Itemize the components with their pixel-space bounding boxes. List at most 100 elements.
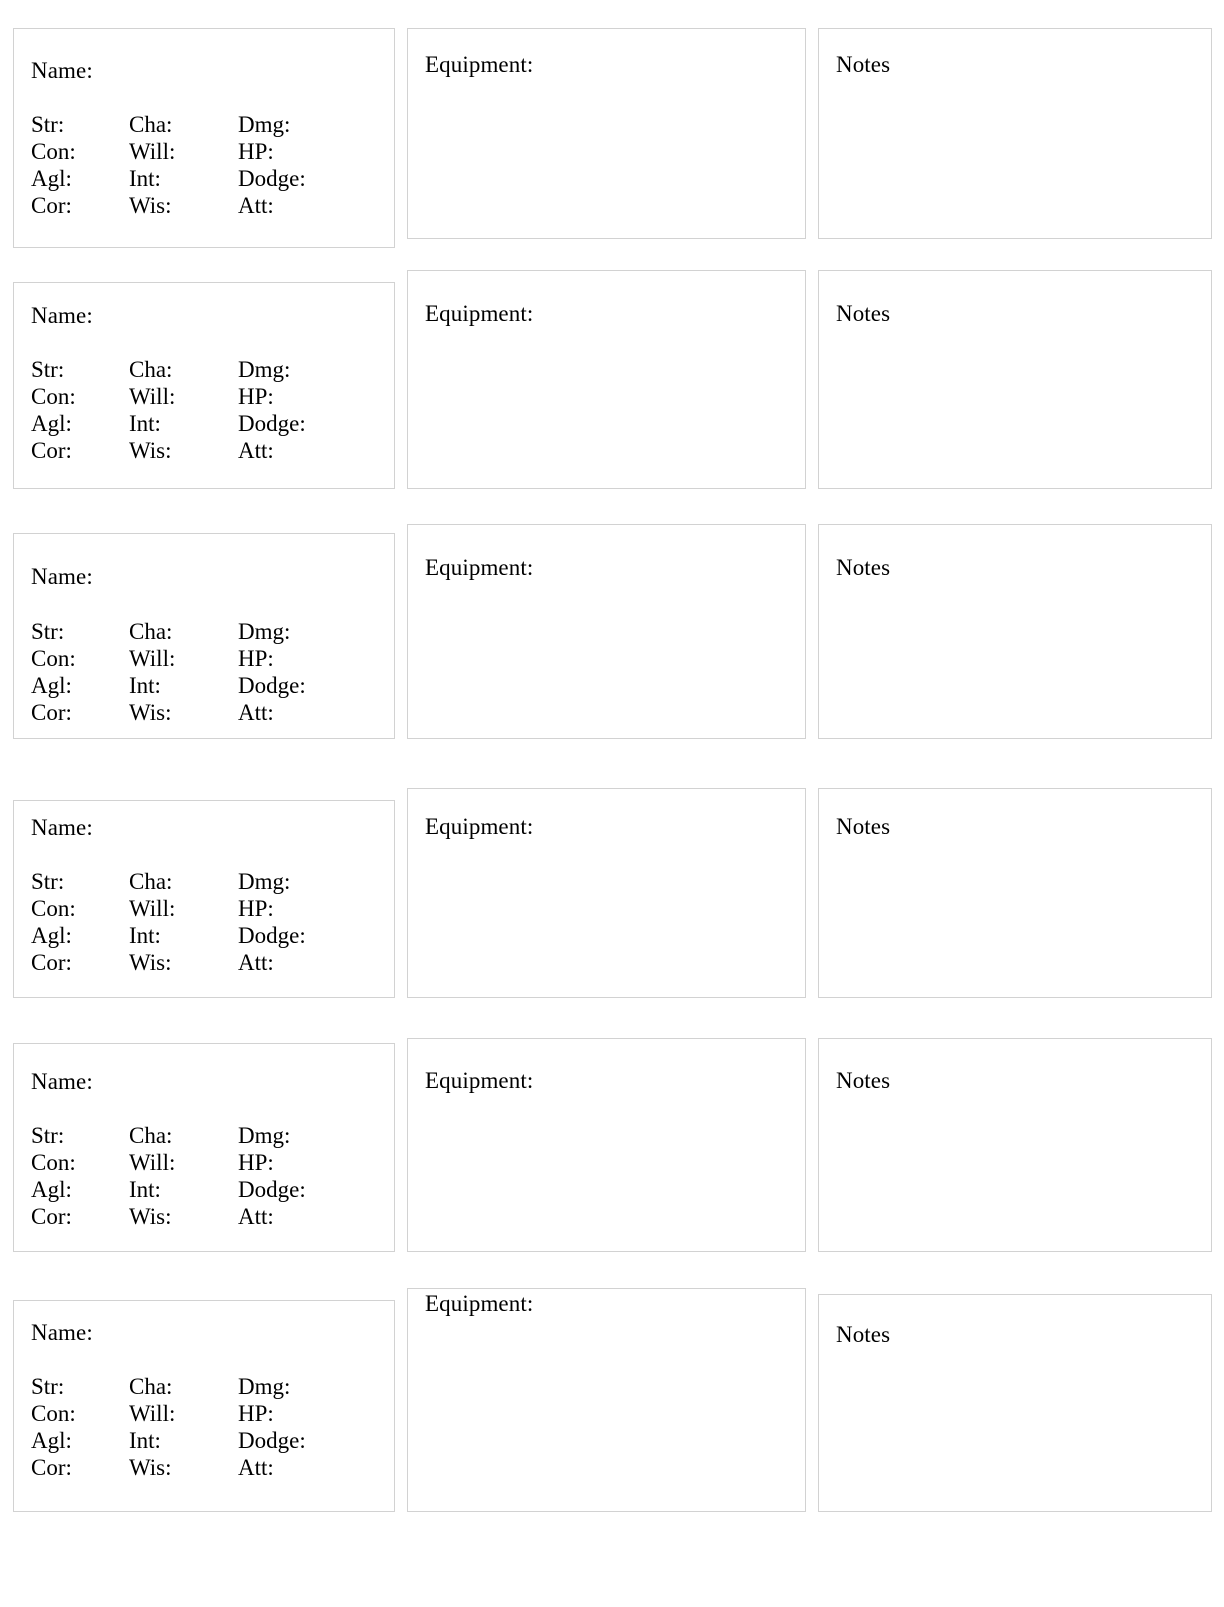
stat-label[interactable]: Dodge: [238,1176,306,1203]
stat-label[interactable]: Cha: [129,1122,172,1149]
stat-label[interactable]: Cor: [31,1454,72,1481]
stat-label[interactable]: Str: [31,356,64,383]
stat-label[interactable]: Str: [31,1373,64,1400]
stat-label[interactable]: Str: [31,111,64,138]
stat-label[interactable]: Att: [238,949,274,976]
stat-label[interactable]: Con: [31,645,76,672]
stats-panel[interactable]: Name: Str: Cha: Dmg: Con: Will: HP: Agl: Int: Dod… [13,1300,395,1512]
stats-panel[interactable]: Name: Str: Cha: Dmg: Con: Will: HP: Agl: Int: Dod… [13,800,395,998]
notes-panel[interactable]: Notes [818,524,1212,739]
stat-label[interactable]: Dodge: [238,922,306,949]
stat-label[interactable]: Con: [31,383,76,410]
stat-label[interactable]: Agl: [31,1176,72,1203]
stat-label[interactable]: Wis: [129,699,172,726]
equipment-label: Equipment: [425,301,534,326]
equipment-panel[interactable]: Equipment: [407,1038,806,1252]
stats-panel[interactable]: Name: Str: Cha: Dmg: Con: Will: HP: Agl: Int: Dod… [13,1043,395,1252]
equipment-label: Equipment: [425,555,534,580]
stat-label[interactable]: Att: [238,437,274,464]
stat-label[interactable]: Att: [238,699,274,726]
stat-label[interactable]: HP: [238,645,274,672]
stat-label[interactable]: Dodge: [238,410,306,437]
stat-label[interactable]: Will: [129,138,175,165]
stat-label[interactable]: Str: [31,868,64,895]
equipment-panel[interactable]: Equipment: [407,28,806,239]
name-label: Name: [31,1069,93,1094]
stats-panel[interactable]: Name: Str: Cha: Dmg: Con: Will: HP: Agl: Int: Dod… [13,282,395,489]
stats-panel[interactable]: Name: Str: Cha: Dmg: Con: Will: HP: Agl: Int: Dod… [13,28,395,248]
stat-label[interactable]: Will: [129,645,175,672]
character-sheet: Name: Str: Cha: Dmg: Con: Will: HP: Agl: Int: Dod… [0,0,1224,1607]
stat-label[interactable]: Dodge: [238,672,306,699]
stat-label[interactable]: Dmg: [238,356,290,383]
stat-label[interactable]: HP: [238,895,274,922]
stat-label[interactable]: Str: [31,1122,64,1149]
equipment-panel[interactable]: Equipment: [407,1288,806,1512]
stat-label[interactable]: Cha: [129,868,172,895]
stat-label[interactable]: Cha: [129,356,172,383]
stat-label[interactable]: Dmg: [238,111,290,138]
stat-label[interactable]: Cor: [31,1203,72,1230]
notes-panel[interactable]: Notes [818,1294,1212,1512]
stat-label[interactable]: Wis: [129,437,172,464]
stat-label[interactable]: Int: [129,1176,161,1203]
stat-label[interactable]: Will: [129,1400,175,1427]
stat-label[interactable]: Wis: [129,1454,172,1481]
stat-label[interactable]: Cha: [129,1373,172,1400]
stat-label[interactable]: HP: [238,1400,274,1427]
notes-label: Notes [836,1322,891,1347]
stat-label[interactable]: Int: [129,410,161,437]
stat-label[interactable]: Will: [129,895,175,922]
stat-label[interactable]: Int: [129,672,161,699]
stat-label[interactable]: Con: [31,1149,76,1176]
stat-label[interactable]: Wis: [129,192,172,219]
stat-label[interactable]: Int: [129,1427,161,1454]
notes-label: Notes [836,814,891,839]
stat-label[interactable]: Att: [238,1454,274,1481]
stat-label[interactable]: Dmg: [238,1373,290,1400]
notes-panel[interactable]: Notes [818,1038,1212,1252]
stat-label[interactable]: Int: [129,922,161,949]
stat-label[interactable]: Str: [31,618,64,645]
notes-panel[interactable]: Notes [818,788,1212,998]
stat-label[interactable]: Con: [31,138,76,165]
name-label: Name: [31,58,93,83]
equipment-panel[interactable]: Equipment: [407,270,806,489]
stat-label[interactable]: Dmg: [238,618,290,645]
equipment-label: Equipment: [425,814,534,839]
stat-label[interactable]: Cor: [31,949,72,976]
stat-label[interactable]: HP: [238,1149,274,1176]
stat-label[interactable]: Dmg: [238,1122,290,1149]
stat-label[interactable]: Will: [129,383,175,410]
stat-label[interactable]: Agl: [31,410,72,437]
stat-label[interactable]: Will: [129,1149,175,1176]
stat-label[interactable]: Cor: [31,437,72,464]
stat-label[interactable]: Cha: [129,111,172,138]
stat-label[interactable]: Cor: [31,192,72,219]
notes-panel[interactable]: Notes [818,28,1212,239]
name-label: Name: [31,815,93,840]
stat-label[interactable]: Dodge: [238,1427,306,1454]
stat-label[interactable]: Wis: [129,949,172,976]
stat-label[interactable]: Dmg: [238,868,290,895]
stat-label[interactable]: Cha: [129,618,172,645]
stat-label[interactable]: Att: [238,192,274,219]
stat-label[interactable]: Agl: [31,922,72,949]
stat-label[interactable]: Wis: [129,1203,172,1230]
stats-panel[interactable]: Name: Str: Cha: Dmg: Con: Will: HP: Agl: Int: Dod… [13,533,395,739]
stat-label[interactable]: Int: [129,165,161,192]
stat-label[interactable]: Agl: [31,1427,72,1454]
notes-label: Notes [836,1068,891,1093]
stat-label[interactable]: Con: [31,895,76,922]
stat-label[interactable]: Dodge: [238,165,306,192]
equipment-panel[interactable]: Equipment: [407,524,806,739]
stat-label[interactable]: Att: [238,1203,274,1230]
stat-label[interactable]: Cor: [31,699,72,726]
stat-label[interactable]: Agl: [31,672,72,699]
stat-label[interactable]: HP: [238,138,274,165]
stat-label[interactable]: Con: [31,1400,76,1427]
stat-label[interactable]: HP: [238,383,274,410]
notes-panel[interactable]: Notes [818,270,1212,489]
stat-label[interactable]: Agl: [31,165,72,192]
equipment-panel[interactable]: Equipment: [407,788,806,998]
